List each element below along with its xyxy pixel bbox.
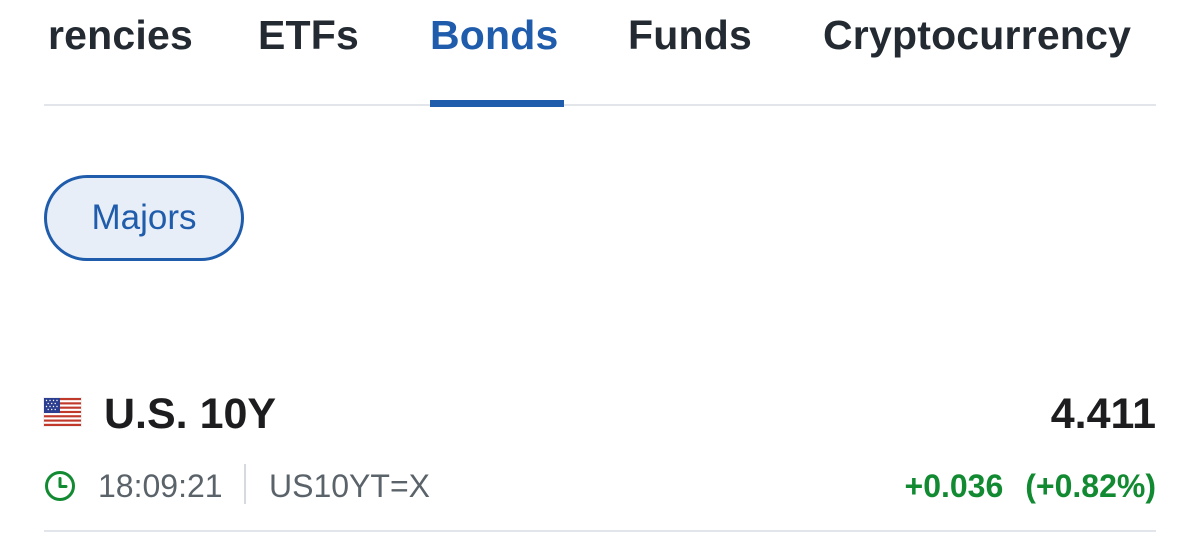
quote-change-percent: (+0.82%) [1025, 468, 1156, 504]
meta-separator [244, 464, 246, 504]
filter-chip-majors[interactable]: Majors [44, 175, 244, 261]
quote-change: +0.036 (+0.82%) [905, 466, 1157, 506]
market-tabs: rencies ETFs Bonds Funds Cryptocurrency [0, 0, 1200, 108]
quote-change-value: +0.036 [904, 468, 1004, 504]
us-flag-icon [44, 398, 81, 426]
row-divider [44, 530, 1156, 532]
tab-bonds[interactable]: Bonds [430, 10, 559, 60]
active-tab-indicator [430, 100, 564, 107]
quote-price: 4.411 [1050, 390, 1156, 438]
tab-etfs[interactable]: ETFs [258, 10, 359, 60]
quote-time: 18:09:21 [98, 468, 223, 504]
tab-currencies[interactable]: rencies [48, 10, 193, 60]
tab-cryptocurrency[interactable]: Cryptocurrency [823, 10, 1131, 60]
quote-symbol: US10YT=X [269, 468, 430, 504]
tab-divider [44, 104, 1156, 106]
clock-icon [44, 470, 76, 502]
quote-row[interactable]: U.S. 10Y 4.411 18:09:21 US10YT=X +0.036 (… [44, 380, 1156, 536]
tab-funds[interactable]: Funds [628, 10, 752, 60]
quote-name: U.S. 10Y [104, 390, 277, 438]
